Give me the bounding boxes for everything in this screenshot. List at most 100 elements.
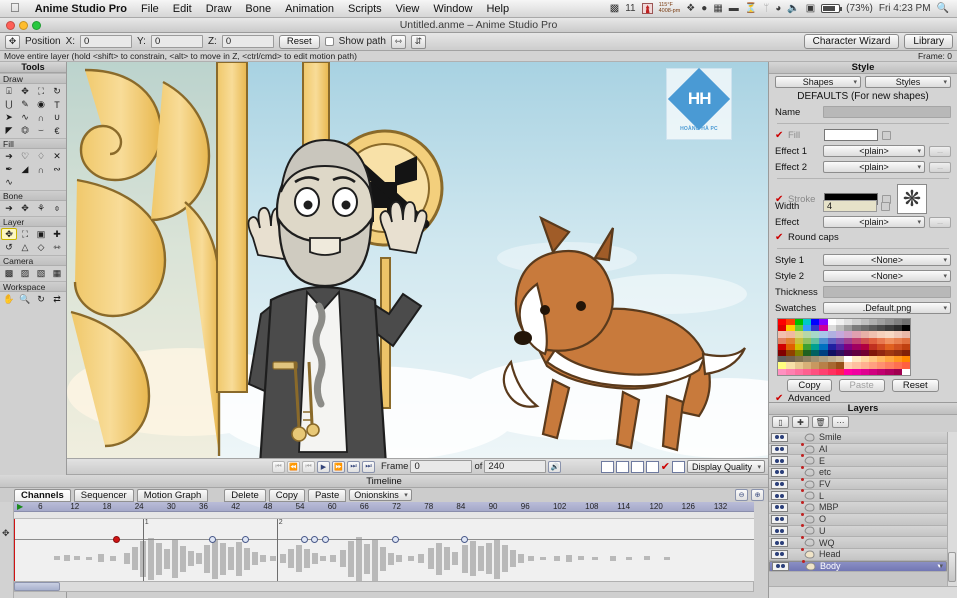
play-marker-icon[interactable]: ▶ [17, 502, 23, 512]
magnet-icon[interactable]: ◉ [33, 98, 49, 111]
effect1-options-button[interactable]: ... [929, 146, 951, 157]
quad-view-icon[interactable] [646, 461, 659, 473]
rotate-layer-x-icon[interactable]: △ [17, 241, 33, 254]
effect2-dropdown[interactable]: <plain> [823, 161, 925, 173]
zoom-workspace-icon[interactable]: 🔍 [17, 293, 33, 306]
new-layer-icon[interactable]: ▯ [772, 416, 789, 428]
evernote-icon[interactable]: ● [701, 4, 707, 14]
menu-app-name[interactable]: Anime Studio Pro [28, 0, 134, 18]
keyframe-marker[interactable] [322, 536, 329, 543]
menu-item-window[interactable]: Window [426, 0, 479, 18]
curvature-icon[interactable]: ⋃ [1, 98, 17, 111]
zoom-in-icon[interactable]: ⊕ [751, 489, 764, 501]
flip-layer-icon[interactable]: ⇿ [49, 241, 65, 254]
shapes-dropdown[interactable]: Shapes [775, 76, 861, 88]
crop-icon[interactable] [672, 461, 685, 473]
swatches-dropdown[interactable]: .Default.png [823, 302, 951, 314]
layer-visibility-icon[interactable] [771, 491, 788, 500]
layer-visibility-icon[interactable] [771, 515, 788, 524]
scale-bone-icon[interactable]: ⚘ [33, 202, 49, 215]
perspective-points-icon[interactable]: ◤ [1, 124, 17, 137]
layer-row[interactable]: O [769, 514, 947, 526]
bind-points-icon[interactable]: ⌽ [49, 202, 65, 215]
effect1-dropdown[interactable]: <plain> [823, 145, 925, 157]
curve-profile-icon[interactable]: ∾ [49, 163, 65, 176]
keyframe-marker[interactable] [113, 536, 120, 543]
timeline-hscrollbar[interactable] [14, 581, 754, 592]
palette-swatch[interactable] [836, 369, 844, 375]
volume-icon[interactable]: 🔈 [787, 4, 799, 14]
tab-channels[interactable]: Channels [14, 489, 71, 502]
palette-swatch[interactable] [869, 369, 877, 375]
brush-preview-icon[interactable]: ❋ [897, 184, 927, 214]
menu-item-view[interactable]: View [389, 0, 427, 18]
layer-visibility-icon[interactable] [771, 550, 788, 559]
menu-item-draw[interactable]: Draw [199, 0, 239, 18]
display-quality-dropdown[interactable]: Display Quality [687, 460, 765, 473]
split-vertical-icon[interactable] [616, 461, 629, 473]
flip-horizontal-icon[interactable]: ⇿ [391, 35, 406, 49]
delete-layer-icon[interactable]: 🗑 [812, 416, 829, 428]
blend-colors-icon[interactable]: ∩ [33, 163, 49, 176]
select-points-icon[interactable]: ⌻ [1, 85, 17, 98]
menu-item-help[interactable]: Help [479, 0, 516, 18]
canvas-viewport[interactable]: HH HOÀNG HÀ PC [67, 62, 768, 458]
width-icon[interactable]: ∪ [49, 111, 65, 124]
color-palette[interactable] [777, 318, 911, 376]
palette-swatch[interactable] [819, 369, 827, 375]
text-icon[interactable]: T [49, 98, 65, 111]
pan-workspace-icon[interactable]: ✋ [1, 293, 17, 306]
duplicate-layer-icon[interactable]: ✚ [792, 416, 809, 428]
paint-bucket-icon[interactable]: ♢ [33, 150, 49, 163]
move-layer-icon[interactable]: ✥ [5, 35, 20, 49]
paste-button[interactable]: Paste [839, 379, 885, 392]
fill-checkbox[interactable]: ✔ [775, 131, 784, 140]
x-input[interactable]: 0 [80, 35, 132, 48]
palette-swatch[interactable] [786, 369, 794, 375]
layer-visibility-icon[interactable] [771, 526, 788, 535]
translate-bone-icon[interactable]: ✥ [17, 202, 33, 215]
round-caps-checkbox[interactable]: ✔ [775, 233, 784, 242]
hide-edge-icon[interactable]: € [49, 124, 65, 137]
delete-shape-icon[interactable]: ✕ [49, 150, 65, 163]
select-bone-icon[interactable]: ➔ [1, 202, 17, 215]
playhead[interactable] [14, 519, 15, 581]
layer-row[interactable]: L [769, 490, 947, 502]
weather-widget[interactable]: 115°F 4008-pm [659, 3, 681, 14]
search-icon[interactable]: 🔍 [937, 4, 949, 14]
timeline-marker[interactable] [277, 519, 278, 581]
noise-icon[interactable]: ∩ [33, 111, 49, 124]
palette-swatch[interactable] [778, 369, 786, 375]
styles-dropdown[interactable]: Styles [865, 76, 951, 88]
y-input[interactable]: 0 [151, 35, 203, 48]
effect-options-button[interactable]: ... [929, 217, 951, 228]
layer-channel-icon[interactable]: ✥ [2, 528, 10, 539]
palette-swatch[interactable] [811, 369, 819, 375]
scale-points-icon[interactable]: ⛶ [33, 85, 49, 98]
palette-swatch[interactable] [902, 369, 910, 375]
chevron-down-icon[interactable]: ▾ [937, 562, 941, 570]
palette-swatch[interactable] [828, 369, 836, 375]
character-wizard-button[interactable]: Character Wizard [804, 34, 900, 49]
keyframe-marker[interactable] [242, 536, 249, 543]
layer-row[interactable]: Smile [769, 432, 947, 444]
stroke-exposure-icon[interactable]: ∿ [1, 176, 17, 189]
thickness-input[interactable] [823, 286, 951, 298]
translate-points-icon[interactable]: ✥ [17, 85, 33, 98]
fast-forward-icon[interactable]: ⏩ [332, 461, 345, 473]
translate-layer-icon[interactable]: ✥ [1, 228, 17, 240]
layer-visibility-icon[interactable] [771, 456, 788, 465]
name-input[interactable] [823, 106, 951, 118]
prev-keyframe-icon[interactable]: ⏮ [302, 461, 315, 473]
layer-options-icon[interactable]: ⋯ [832, 416, 849, 428]
signal-icon[interactable]: ▩ [610, 4, 619, 14]
total-frames-input[interactable]: 240 [484, 460, 546, 473]
input-source-icon[interactable]: ▣ [806, 4, 815, 14]
palette-swatch[interactable] [803, 369, 811, 375]
layer-visibility-icon[interactable] [771, 480, 788, 489]
pan-tilt-camera-icon[interactable]: ▦ [49, 267, 65, 280]
palette-swatch[interactable] [894, 369, 902, 375]
width-extra-checkbox[interactable] [881, 202, 890, 211]
shear-layer-icon[interactable]: ▣ [33, 228, 49, 241]
z-input[interactable]: 0 [222, 35, 274, 48]
